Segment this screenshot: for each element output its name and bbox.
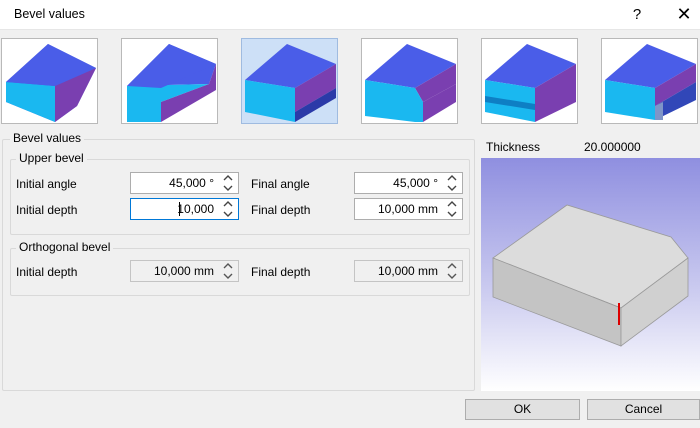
bevel-type-6-icon: [605, 44, 696, 120]
spin-down-icon[interactable]: [447, 210, 457, 218]
initial-angle-label: Initial angle: [16, 177, 77, 191]
spin-up-icon[interactable]: [447, 174, 457, 182]
spin-arrows[interactable]: [444, 174, 460, 192]
help-button[interactable]: ?: [627, 3, 647, 27]
bevel-type-1-button[interactable]: [1, 38, 98, 124]
bevel-type-2-icon: [127, 44, 216, 122]
spin-down-icon[interactable]: [447, 272, 457, 280]
spin-up-icon[interactable]: [223, 262, 233, 270]
ok-button[interactable]: OK: [465, 399, 580, 420]
orthogonal-initial-depth-spinbox[interactable]: 10,000 mm: [130, 260, 239, 282]
initial-angle-value: 45,000 °: [169, 176, 214, 190]
orthogonal-final-depth-label: Final depth: [251, 265, 311, 279]
spin-up-icon[interactable]: [223, 200, 233, 208]
orthogonal-initial-depth-value: 10,000 mm: [153, 264, 214, 278]
thickness-value: 20.000000: [584, 140, 641, 154]
spin-up-icon[interactable]: [447, 200, 457, 208]
bevel-type-3-icon: [245, 44, 336, 122]
orthogonal-final-depth-value: 10,000 mm: [377, 264, 438, 278]
bevel-preview-viewport[interactable]: [481, 158, 700, 391]
thickness-label: Thickness: [486, 140, 541, 154]
spin-arrows[interactable]: [444, 262, 460, 280]
final-angle-spinbox[interactable]: 45,000 °: [354, 172, 463, 194]
bevel-values-group-label: Bevel values: [10, 131, 85, 145]
bevel-type-4-button[interactable]: [361, 38, 458, 124]
orthogonal-final-depth-spinbox[interactable]: 10,000 mm: [354, 260, 463, 282]
bevel-type-4-icon: [365, 44, 456, 122]
upper-final-depth-spinbox[interactable]: 10,000 mm: [354, 198, 463, 220]
orthogonal-bevel-group-label: Orthogonal bevel: [16, 240, 114, 254]
orthogonal-initial-depth-label: Initial depth: [16, 265, 78, 279]
bevel-type-5-icon: [485, 44, 576, 122]
spin-arrows[interactable]: [220, 174, 236, 192]
bevel-type-3-button[interactable]: [241, 38, 338, 124]
spin-up-icon[interactable]: [447, 262, 457, 270]
bevel-type-2-button[interactable]: [121, 38, 218, 124]
spin-up-icon[interactable]: [223, 174, 233, 182]
upper-initial-depth-spinbox[interactable]: 10,000: [130, 198, 239, 220]
spin-arrows[interactable]: [220, 262, 236, 280]
close-button[interactable]: ✕: [670, 3, 698, 27]
initial-angle-spinbox[interactable]: 45,000 °: [130, 172, 239, 194]
upper-initial-depth-label: Initial depth: [16, 203, 78, 217]
bevel-type-1-icon: [6, 44, 96, 122]
upper-final-depth-label: Final depth: [251, 203, 311, 217]
spin-arrows[interactable]: [444, 200, 460, 218]
spin-down-icon[interactable]: [223, 272, 233, 280]
upper-bevel-group-label: Upper bevel: [16, 151, 87, 165]
upper-bevel-group: [10, 159, 470, 235]
spin-down-icon[interactable]: [223, 184, 233, 192]
spin-down-icon[interactable]: [447, 184, 457, 192]
final-angle-value: 45,000 °: [393, 176, 438, 190]
spin-arrows[interactable]: [220, 200, 236, 218]
bevel-preview-3d-image: [481, 158, 700, 391]
window-title: Bevel values: [14, 7, 85, 21]
bevel-type-5-button[interactable]: [481, 38, 578, 124]
spin-down-icon[interactable]: [223, 210, 233, 218]
cancel-button[interactable]: Cancel: [587, 399, 700, 420]
upper-final-depth-value: 10,000 mm: [377, 202, 438, 216]
final-angle-label: Final angle: [251, 177, 310, 191]
upper-initial-depth-value: 10,000: [177, 202, 214, 216]
title-bar: Bevel values ? ✕: [0, 0, 700, 30]
bevel-type-6-button[interactable]: [601, 38, 698, 124]
